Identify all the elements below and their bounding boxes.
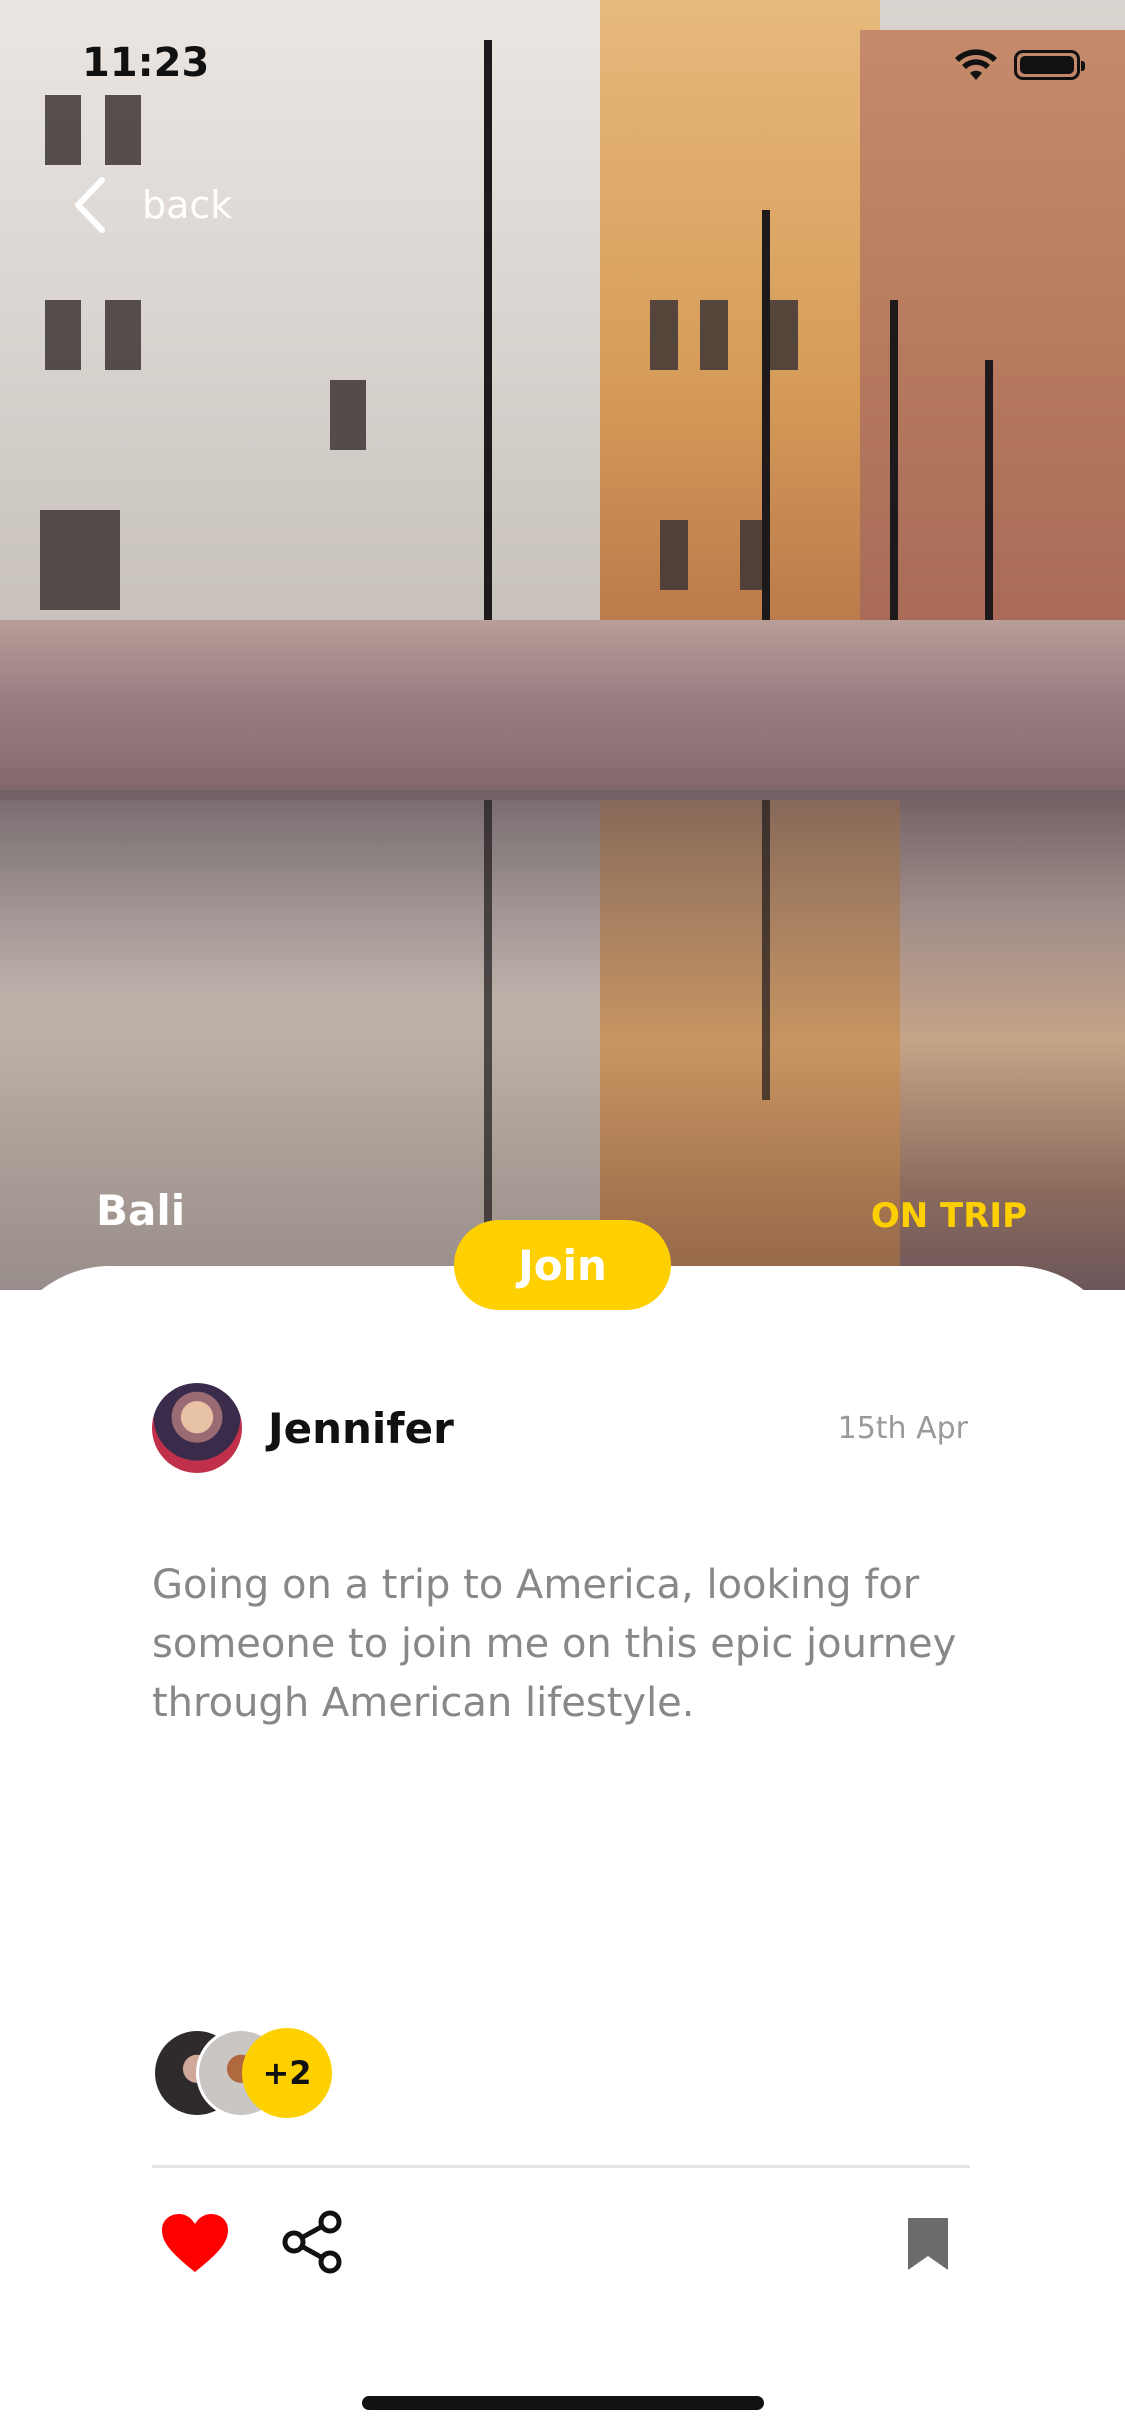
participants-group[interactable]: +2: [152, 2028, 352, 2120]
author-row: Jennifer 15th Apr: [152, 1382, 968, 1474]
bookmark-icon[interactable]: [906, 2216, 950, 2272]
status-time: 11:23: [82, 40, 210, 86]
participants-more-badge: +2: [242, 2028, 332, 2118]
action-bar: [160, 2208, 960, 2278]
author-avatar[interactable]: [152, 1383, 242, 1473]
trip-description: Going on a trip to America, looking for …: [152, 1562, 957, 1726]
trip-detail-screen: 11:23 back Bali ON TRIP Join Jennifer 15…: [0, 0, 1125, 2436]
back-chevron-icon: [75, 177, 105, 233]
share-icon[interactable]: [280, 2210, 344, 2274]
join-button[interactable]: Join: [454, 1220, 671, 1310]
author-name[interactable]: Jennifer: [268, 1404, 454, 1453]
wifi-icon: [955, 49, 997, 80]
trip-status-badge: ON TRIP: [870, 1196, 1027, 1236]
divider: [152, 2165, 970, 2168]
back-label: back: [142, 183, 233, 227]
trip-location: Bali: [96, 1186, 186, 1235]
trip-date: 15th Apr: [837, 1410, 968, 1446]
heart-icon[interactable]: [160, 2212, 230, 2274]
status-icons: [952, 48, 1085, 82]
back-button[interactable]: back: [72, 176, 232, 234]
battery-icon: [1014, 50, 1085, 80]
home-indicator[interactable]: [362, 2396, 764, 2410]
